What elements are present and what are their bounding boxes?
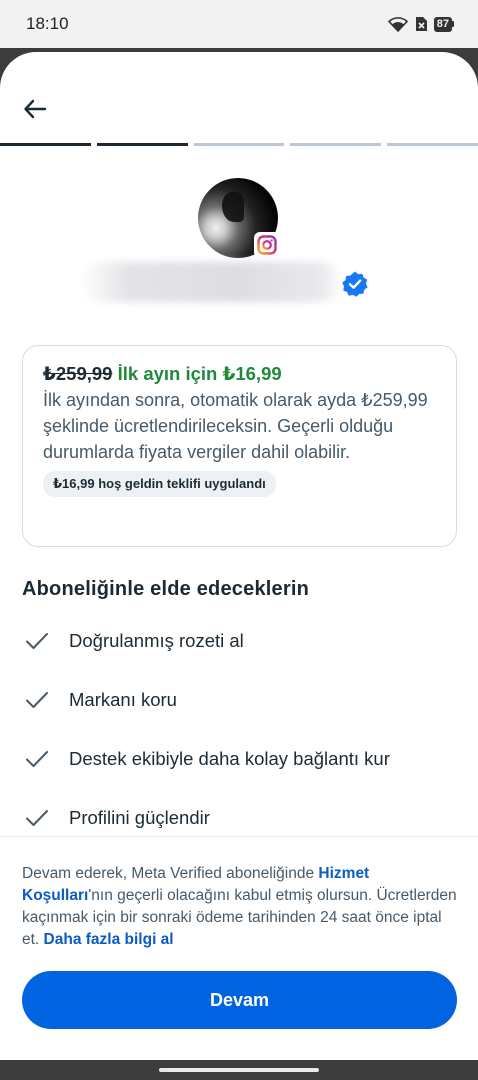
offer-description: İlk ayından sonra, otomatik olarak ayda … (43, 390, 428, 462)
check-icon (22, 685, 52, 715)
benefit-label: Doğrulanmış rozeti al (69, 630, 244, 651)
wifi-icon (387, 17, 408, 32)
check-icon (22, 626, 52, 656)
status-bar: 18:10 87 (0, 0, 478, 48)
navigation-bar (0, 1060, 478, 1080)
blurred-username (80, 262, 342, 302)
progress-step (0, 143, 91, 146)
progress-step (193, 143, 285, 146)
benefits-title: Aboneliğinle elde edeceklerin (22, 578, 310, 600)
benefit-label: Profilini güçlendir (69, 807, 210, 828)
back-button[interactable] (18, 92, 52, 126)
verified-badge-icon (342, 271, 368, 297)
footer: Devam ederek, Meta Verified aboneliğinde… (0, 836, 478, 1060)
benefit-label: Markanı koru (69, 689, 177, 710)
check-icon (22, 744, 52, 774)
benefit-item: Profilini güçlendir (22, 803, 210, 833)
terms-prefix: Devam ederek, Meta Verified aboneliğinde (22, 865, 319, 882)
continue-button[interactable]: Devam (22, 971, 457, 1029)
subscription-sheet: ₺259,99 İlk ayın için ₺16,99 İlk ayından… (0, 52, 478, 1060)
progress-step (387, 143, 478, 146)
battery-level: 87 (433, 16, 452, 32)
intro-price: İlk ayın için ₺16,99 (117, 363, 282, 384)
offer-card: ₺259,99 İlk ayın için ₺16,99 İlk ayından… (22, 345, 457, 547)
instagram-icon (254, 232, 280, 258)
battery-icon: 87 (433, 16, 454, 32)
progress-step (96, 143, 188, 146)
benefit-item: Markanı koru (22, 685, 177, 715)
home-gesture-handle[interactable] (159, 1068, 319, 1072)
no-sim-icon (415, 17, 427, 31)
check-icon (22, 803, 52, 833)
step-progress (0, 143, 478, 146)
offer-price-line: ₺259,99 İlk ayın için ₺16,99 (43, 361, 436, 387)
back-arrow-icon (24, 99, 47, 119)
progress-step (290, 143, 382, 146)
status-time: 18:10 (26, 14, 69, 33)
benefit-item: Destek ekibiyle daha kolay bağlantı kur (22, 744, 390, 774)
terms-text: Devam ederek, Meta Verified aboneliğinde… (22, 863, 462, 951)
old-price: ₺259,99 (43, 363, 113, 384)
benefit-label: Destek ekibiyle daha kolay bağlantı kur (69, 748, 390, 769)
benefit-item: Doğrulanmış rozeti al (22, 626, 244, 656)
profile-avatar-wrap (198, 178, 280, 260)
status-icons: 87 (387, 16, 454, 32)
learn-more-link[interactable]: Daha fazla bilgi al (44, 931, 174, 948)
welcome-offer-tag: ₺16,99 hoş geldin teklifi uygulandı (43, 471, 276, 497)
